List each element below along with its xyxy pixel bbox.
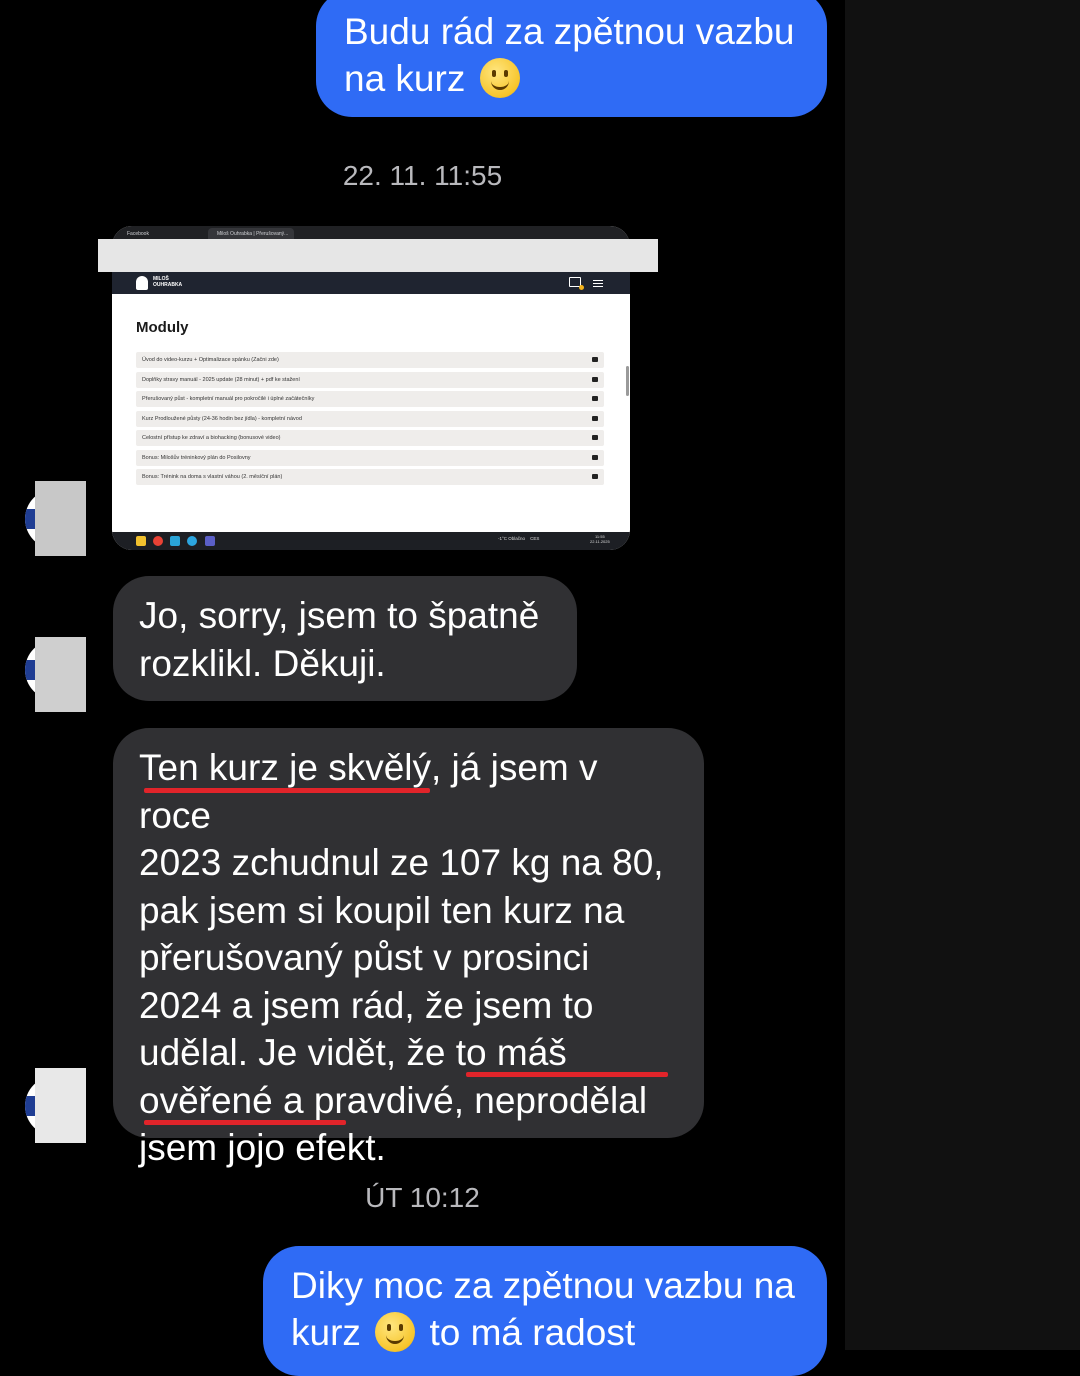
lock-icon [592, 357, 598, 362]
module-item: Přerušovaný půst - kompletní manuál pro … [136, 391, 604, 407]
message-text: 2023 zchudnul ze 107 kg na 80, [139, 842, 664, 883]
module-item: Celostní přístup ke zdraví a biohacking … [136, 430, 604, 446]
message-text: ověřené a pravdivé, neprodělal [139, 1079, 648, 1121]
highlight-underline [144, 1120, 346, 1125]
system-clock: 11:55 22.11.2025 [590, 534, 610, 544]
outgoing-message[interactable]: Diky moc za zpětnou vazbu na kurz to má … [263, 1246, 827, 1376]
chrome-icon [153, 536, 163, 546]
chat-thread[interactable]: Budu rád za zpětnou vazbu na kurz 22. 11… [0, 0, 845, 1376]
side-panel [845, 0, 1080, 1350]
message-text: 2024 a jsem rád, že jsem to [139, 984, 594, 1026]
smile-emoji-icon [479, 58, 520, 98]
lock-icon [592, 435, 598, 440]
section-title: Moduly [136, 319, 189, 336]
module-item: Kurz Prodloužené půsty (24-36 hodin bez … [136, 411, 604, 427]
message-text: přerušovaný půst v prosinci [139, 937, 590, 978]
screenshot-image: Facebook Miloš Ouhrabka | Přerušovaný...… [112, 226, 630, 550]
timestamp: 22. 11. 11:55 [342, 160, 503, 191]
avatar-redaction [35, 481, 86, 556]
module-item: Bonus: Milošův tréninkový plán do Posilo… [136, 450, 604, 466]
highlight-underline [144, 788, 430, 793]
lock-icon [592, 416, 598, 421]
rabbit-logo-icon [136, 276, 148, 290]
site-logo: MILOŠ OUHRABKA [153, 276, 183, 288]
message-text: na kurz [344, 55, 799, 102]
windows-taskbar: -1°C Oblačno CES 11:55 22.11.2025 [112, 532, 630, 550]
lock-icon [592, 474, 598, 479]
timestamp: ÚT 10:12 [365, 1182, 480, 1213]
highlight-underline [466, 1072, 668, 1077]
app-icon [170, 536, 180, 546]
avatar-redaction [35, 637, 86, 712]
lock-icon [592, 455, 598, 460]
message-text: Diky moc za zpětnou vazbu na [291, 1265, 795, 1306]
lock-icon [592, 377, 598, 382]
message-text: Jo, sorry, jsem to špatně [139, 595, 540, 636]
message-text: jsem jojo efekt. [139, 1127, 386, 1168]
scrollbar [626, 366, 629, 396]
redaction-bar [98, 239, 658, 272]
cart-icon [569, 277, 584, 290]
lock-icon [592, 396, 598, 401]
message-text: kurz to má radost [291, 1312, 636, 1353]
telegram-icon [187, 536, 197, 546]
teams-icon [205, 536, 215, 546]
message-text: pak jsem si koupil ten kurz na [139, 889, 625, 931]
menu-icon [593, 280, 603, 281]
smile-emoji-icon [375, 1312, 416, 1352]
site-navbar: MILOŠ OUHRABKA [112, 272, 630, 294]
module-item: Úvod do video-kurzu + Optimalizace spánk… [136, 352, 604, 368]
module-item: Doplňky stravy manuál - 2025 update (28 … [136, 372, 604, 388]
browser-tab-bar: Facebook Miloš Ouhrabka | Přerušovaný... [112, 226, 630, 240]
message-text: rozklikl. Děkuji. [139, 642, 386, 684]
incoming-message[interactable]: Jo, sorry, jsem to špatně rozklikl. Děku… [113, 576, 577, 701]
image-attachment[interactable]: Facebook Miloš Ouhrabka | Přerušovaný...… [98, 226, 658, 550]
module-item: Bonus: Trénink na doma s vlastní váhou (… [136, 469, 604, 485]
windows-start-icon [136, 536, 146, 546]
message-text: Budu rád za zpětnou vazbu [344, 11, 795, 52]
message-text: udělal. Je vidět, že to máš [139, 1032, 567, 1073]
avatar-redaction [35, 1068, 86, 1143]
system-tray: -1°C Oblačno CES [498, 536, 540, 541]
outgoing-message[interactable]: Budu rád za zpětnou vazbu na kurz [316, 0, 827, 117]
